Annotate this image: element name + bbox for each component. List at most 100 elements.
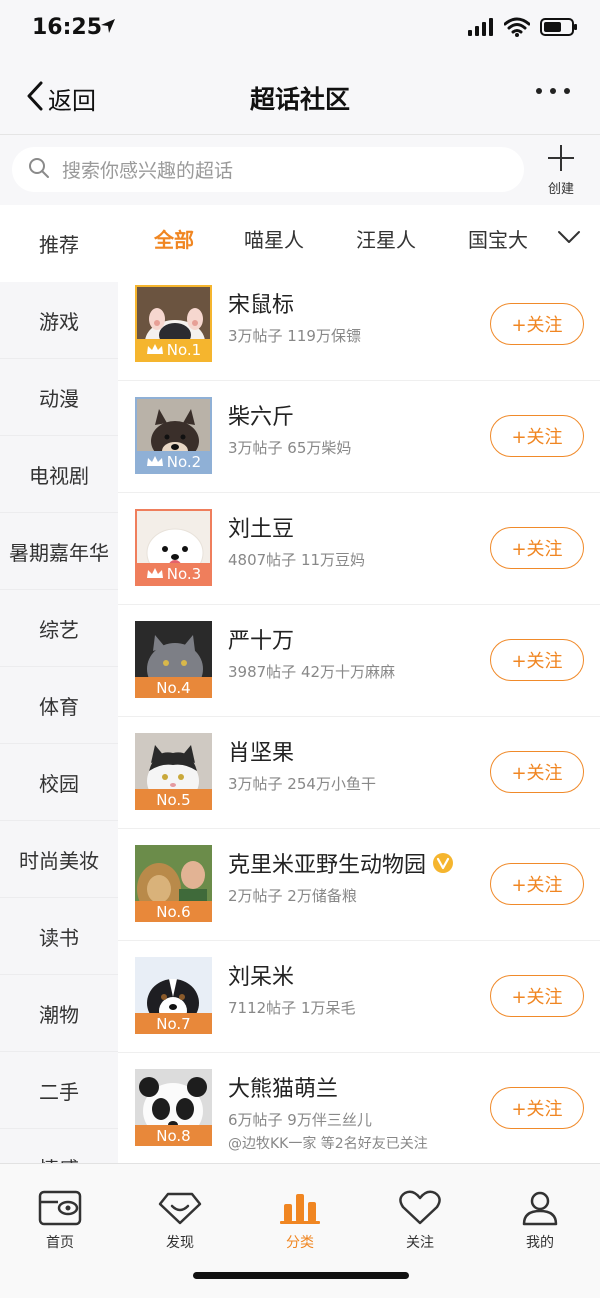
follow-button[interactable]: +关注 (490, 863, 584, 905)
list-item[interactable]: No.1 宋鼠标 3万帖子 119万保镖 +关注 (118, 269, 600, 381)
sidebar-item-label: 潮物 (39, 1002, 79, 1027)
topic-name-text: 大熊猫萌兰 (228, 1077, 339, 1102)
follow-button[interactable]: +关注 (490, 303, 584, 345)
sidebar-item-anime[interactable]: 动漫 (0, 359, 118, 436)
chevron-down-icon[interactable] (557, 229, 581, 249)
tab-category[interactable]: 分类 (260, 1190, 340, 1252)
rank-badge: No.8 (135, 1125, 212, 1146)
search-icon (28, 157, 50, 183)
follow-button[interactable]: +关注 (490, 639, 584, 681)
diamond-icon (158, 1192, 202, 1230)
sidebar-item-label: 时尚美妆 (19, 848, 99, 873)
list-item[interactable]: No.4 严十万 3987帖子 42万十万麻麻 +关注 (118, 605, 600, 717)
sidebar-item-second-hand[interactable]: 二手 (0, 1052, 118, 1129)
sidebar-item-emotion[interactable]: 情感 (0, 1129, 118, 1164)
topic-stats: 7112帖子 1万呆毛 (228, 999, 356, 1017)
sidebar-item-games[interactable]: 游戏 (0, 282, 118, 359)
bar-chart-icon (278, 1194, 322, 1230)
tab-national-treasure[interactable]: 国宝大 (468, 224, 528, 253)
rank-label: No.4 (156, 678, 191, 697)
tab-discover[interactable]: 发现 (140, 1190, 220, 1252)
tab-all[interactable]: 全部 (154, 224, 194, 253)
friends-following-note: @边牧KK一家 等2名好友已关注 (228, 1136, 428, 1152)
topic-stats: 3987帖子 42万十万麻麻 (228, 663, 396, 681)
follow-button[interactable]: +关注 (490, 415, 584, 457)
rank-label: No.1 (166, 340, 202, 359)
tab-profile-label: 我的 (526, 1235, 554, 1251)
sidebar-item-label: 校园 (39, 771, 79, 796)
list-item[interactable]: No.8 大熊猫萌兰 6万帖子 9万伴三丝儿 @边牧KK一家 等2名好友已关注 … (118, 1053, 600, 1163)
topic-name[interactable]: 严十万 (228, 623, 294, 655)
topic-name[interactable]: 克里米亚野生动物园 (228, 847, 454, 879)
rank-label: No.7 (156, 1014, 191, 1033)
list-item[interactable]: No.6 克里米亚野生动物园 2万帖子 2万储备粮 +关注 (118, 829, 600, 941)
status-bar: 16:25 (0, 0, 600, 62)
sidebar-item-fashion[interactable]: 时尚美妆 (0, 821, 118, 898)
search-input[interactable]: 搜索你感兴趣的超话 (12, 147, 524, 192)
rank-badge: No.6 (135, 901, 212, 922)
topic-name[interactable]: 肖坚果 (228, 735, 294, 767)
list-item[interactable]: No.2 柴六斤 3万帖子 65万柴妈 +关注 (118, 381, 600, 493)
topic-name[interactable]: 刘土豆 (228, 511, 294, 543)
rank-badge: No.3 (137, 563, 210, 584)
topic-name-text: 严十万 (228, 629, 295, 654)
topic-name[interactable]: 宋鼠标 (228, 287, 294, 319)
battery-icon (540, 17, 578, 41)
nav-bar: 返回 超话社区 (0, 62, 600, 136)
signal-icon (468, 18, 494, 40)
sidebar-item-reading[interactable]: 读书 (0, 898, 118, 975)
topic-stats: 4807帖子 11万豆妈 (228, 551, 366, 569)
topic-name[interactable]: 柴六斤 (228, 399, 294, 431)
topic-name-text: 肖坚果 (228, 741, 295, 766)
list-item[interactable]: No.3 刘土豆 4807帖子 11万豆妈 +关注 (118, 493, 600, 605)
user-icon (518, 1191, 562, 1230)
rank-badge: No.1 (137, 339, 210, 360)
topic-list-panel: 全部 喵星人 汪星人 国宝大 No.1 宋鼠标 3万帖子 119万保镖 +关注 … (118, 205, 600, 1163)
sidebar-item-trendy[interactable]: 潮物 (0, 975, 118, 1052)
sidebar-item-sports[interactable]: 体育 (0, 667, 118, 744)
topic-avatar: No.5 (135, 733, 212, 810)
sidebar-item-label: 读书 (39, 925, 79, 950)
sidebar-item-variety[interactable]: 综艺 (0, 590, 118, 667)
rank-badge: No.4 (135, 677, 212, 698)
list-item[interactable]: No.5 肖坚果 3万帖子 254万小鱼干 +关注 (118, 717, 600, 829)
crown-icon (146, 453, 164, 471)
sidebar-item-label: 体育 (39, 694, 79, 719)
rank-label: No.3 (166, 564, 202, 583)
sidebar-item-label: 暑期嘉年华 (9, 540, 109, 565)
topic-stats: 3万帖子 65万柴妈 (228, 439, 352, 457)
tab-dogs[interactable]: 汪星人 (356, 224, 416, 253)
topic-avatar: No.3 (135, 509, 212, 586)
sidebar-item-tv-drama[interactable]: 电视剧 (0, 436, 118, 513)
list-item[interactable]: No.7 刘呆米 7112帖子 1万呆毛 +关注 (118, 941, 600, 1053)
topic-name-text: 柴六斤 (228, 405, 295, 430)
sidebar-item-recommend[interactable]: 推荐 (0, 205, 118, 282)
location-arrow-icon (100, 18, 116, 38)
sidebar-item-summer-carnival[interactable]: 暑期嘉年华 (0, 513, 118, 590)
sidebar-item-campus[interactable]: 校园 (0, 744, 118, 821)
topic-stats: 6万帖子 9万伴三丝儿 (228, 1111, 372, 1129)
sidebar-item-label: 电视剧 (29, 463, 89, 488)
follow-button[interactable]: +关注 (490, 751, 584, 793)
rank-badge: No.5 (135, 789, 212, 810)
tab-following[interactable]: 关注 (380, 1190, 460, 1252)
tab-discover-label: 发现 (166, 1235, 194, 1251)
tab-home[interactable]: 首页 (20, 1190, 100, 1252)
topic-name[interactable]: 大熊猫萌兰 (228, 1071, 338, 1103)
tab-cats[interactable]: 喵星人 (244, 224, 304, 253)
home-indicator[interactable] (193, 1272, 409, 1279)
topic-name[interactable]: 刘呆米 (228, 959, 294, 991)
sidebar-item-label: 动漫 (39, 386, 79, 411)
tab-profile[interactable]: 我的 (500, 1190, 580, 1252)
sidebar-item-label: 二手 (39, 1079, 79, 1104)
topic-avatar: No.4 (135, 621, 212, 698)
more-menu-icon[interactable] (536, 88, 570, 94)
crown-icon (146, 565, 164, 583)
create-button[interactable]: 创建 (536, 143, 586, 197)
search-placeholder: 搜索你感兴趣的超话 (62, 160, 234, 182)
tab-following-label: 关注 (406, 1235, 434, 1251)
topic-stats: 2万帖子 2万储备粮 (228, 887, 357, 905)
follow-button[interactable]: +关注 (490, 1087, 584, 1129)
follow-button[interactable]: +关注 (490, 527, 584, 569)
follow-button[interactable]: +关注 (490, 975, 584, 1017)
